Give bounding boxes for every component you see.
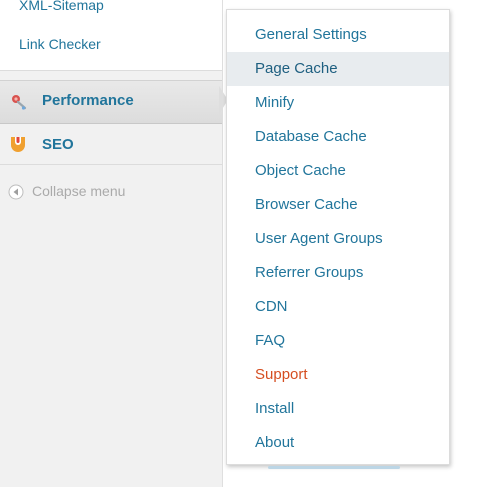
collapse-arrow-icon xyxy=(8,184,24,200)
flyout-item-general-settings[interactable]: General Settings xyxy=(227,18,449,52)
flyout-list: General Settings Page Cache Minify Datab… xyxy=(227,18,449,460)
flyout-item-cdn[interactable]: CDN xyxy=(227,290,449,324)
menu-item-seo[interactable]: SEO xyxy=(0,124,222,165)
flyout-item-minify[interactable]: Minify xyxy=(227,86,449,120)
menu-item-performance-label: Performance xyxy=(42,92,134,109)
admin-sidebar: XML-Sitemap Link Checker Performance SEO… xyxy=(0,0,223,487)
flyout-item-faq[interactable]: FAQ xyxy=(227,324,449,358)
flyout-bottom-bar xyxy=(268,466,400,469)
performance-flyout-menu: General Settings Page Cache Minify Datab… xyxy=(226,9,450,469)
collapse-menu-label: Collapse menu xyxy=(32,183,126,199)
submenu-link-link-checker[interactable]: Link Checker xyxy=(19,36,101,52)
menu-item-performance[interactable]: Performance xyxy=(0,80,222,124)
performance-icon xyxy=(12,95,27,110)
menu-item-seo-label: SEO xyxy=(42,136,74,153)
flyout-item-referrer-groups[interactable]: Referrer Groups xyxy=(227,256,449,290)
seo-icon xyxy=(11,137,25,152)
flyout-item-install[interactable]: Install xyxy=(227,392,449,426)
flyout-item-database-cache[interactable]: Database Cache xyxy=(227,120,449,154)
flyout-item-support[interactable]: Support xyxy=(227,358,449,392)
flyout-item-about[interactable]: About xyxy=(227,426,449,460)
flyout-item-browser-cache[interactable]: Browser Cache xyxy=(227,188,449,222)
flyout-item-page-cache[interactable]: Page Cache xyxy=(227,52,449,86)
submenu-link-xml-sitemap[interactable]: XML-Sitemap xyxy=(19,0,104,13)
flyout-item-user-agent-groups[interactable]: User Agent Groups xyxy=(227,222,449,256)
submenu-panel: XML-Sitemap Link Checker xyxy=(0,0,222,71)
flyout-item-object-cache[interactable]: Object Cache xyxy=(227,154,449,188)
